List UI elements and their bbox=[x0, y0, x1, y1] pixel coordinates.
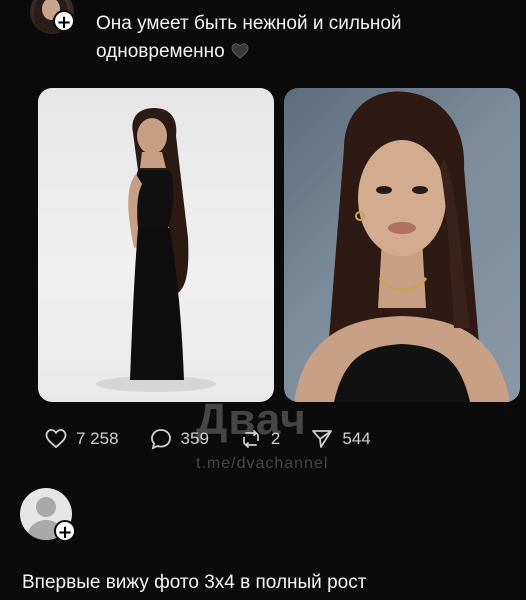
full-length-photo[interactable] bbox=[38, 88, 274, 402]
repost-icon bbox=[243, 430, 259, 448]
heart-icon bbox=[45, 429, 67, 449]
like-button[interactable]: 7 258 bbox=[44, 427, 119, 451]
comment-count: 359 bbox=[180, 429, 209, 448]
avatar-placeholder-head bbox=[36, 497, 56, 517]
post-actions: 7 258 359 2 544 bbox=[44, 424, 401, 454]
comment-button[interactable]: 359 bbox=[149, 427, 209, 451]
speech-bubble-icon bbox=[150, 429, 171, 450]
full-length-photo-art bbox=[96, 108, 216, 392]
like-count: 7 258 bbox=[76, 429, 119, 448]
send-icon bbox=[312, 430, 333, 448]
watermark-sub: t.me/dvachannel bbox=[196, 455, 329, 472]
portrait-photo[interactable] bbox=[284, 88, 520, 402]
follow-plus-icon[interactable]: + bbox=[54, 520, 76, 543]
portrait-photo-art bbox=[294, 91, 510, 402]
caption-line-2-text: одновременно bbox=[96, 41, 225, 62]
post-caption: Она умеет быть нежной и сильной одноврем… bbox=[96, 10, 496, 66]
comment-text: Впервые вижу фото 3х4 в полный рост bbox=[22, 572, 367, 593]
repost-button[interactable]: 2 bbox=[239, 427, 280, 451]
black-heart-icon bbox=[231, 43, 249, 59]
share-count: 544 bbox=[342, 429, 371, 448]
follow-plus-icon[interactable]: + bbox=[53, 10, 75, 33]
caption-line-1: Она умеет быть нежной и сильной bbox=[96, 13, 402, 34]
caption-line-2: одновременно bbox=[96, 38, 496, 66]
share-button[interactable]: 544 bbox=[310, 427, 371, 451]
repost-count: 2 bbox=[270, 429, 281, 448]
